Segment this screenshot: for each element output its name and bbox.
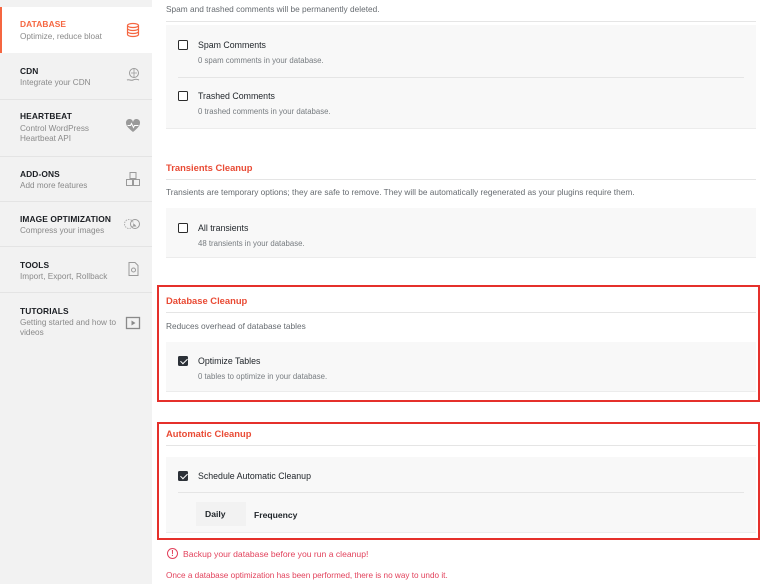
frequency-select[interactable]: Daily: [196, 502, 246, 526]
divider: [166, 21, 756, 22]
spam-note: Spam and trashed comments will be perman…: [166, 4, 380, 14]
sidebar-item-title: TOOLS: [20, 260, 50, 270]
database-cleanup-title: Database Cleanup: [166, 295, 248, 306]
automatic-cleanup-panel: Schedule Automatic Cleanup Daily Frequen…: [166, 457, 756, 533]
database-icon: [126, 22, 140, 38]
sidebar-item-title: IMAGE OPTIMIZATION: [20, 214, 111, 224]
database-cleanup-desc: Reduces overhead of database tables: [166, 321, 306, 331]
sidebar-item-title: CDN: [20, 66, 39, 76]
sidebar-item-cdn[interactable]: CDN Integrate your CDN: [0, 53, 152, 100]
optimize-tables-desc: 0 tables to optimize in your database.: [198, 372, 328, 381]
divider: [166, 179, 756, 180]
sidebar-item-title: DATABASE: [20, 19, 67, 29]
sidebar-item-desc: Import, Export, Rollback: [20, 272, 108, 281]
divider: [178, 77, 744, 78]
frequency-label: Frequency: [254, 510, 298, 520]
sidebar-item-desc: Getting started and how to videos: [20, 318, 117, 337]
backup-warning: Backup your database before you run a cl…: [183, 549, 369, 559]
sidebar-item-desc: Integrate your CDN: [20, 78, 91, 87]
trashed-comments-checkbox[interactable]: [178, 91, 188, 101]
optimize-tables-label: Optimize Tables: [198, 356, 261, 366]
sidebar-item-title: ADD-ONS: [20, 169, 60, 179]
sidebar-item-desc: Optimize, reduce bloat: [20, 32, 102, 41]
sidebar-item-heartbeat[interactable]: HEARTBEAT Control WordPress Heartbeat AP…: [0, 100, 152, 157]
divider: [166, 445, 756, 446]
undo-note: Once a database optimization has been pe…: [166, 571, 448, 580]
transients-panel: All transients 48 transients in your dat…: [166, 208, 756, 258]
image-optimization-icon: [124, 219, 140, 229]
schedule-cleanup-checkbox[interactable]: [178, 471, 188, 481]
tools-icon: [128, 262, 139, 276]
transients-cleanup-title: Transients Cleanup: [166, 162, 253, 173]
sidebar-item-desc: Add more features: [20, 181, 88, 190]
sidebar-item-title: HEARTBEAT: [20, 111, 72, 121]
transients-desc: Transients are temporary options; they a…: [166, 187, 635, 197]
sidebar-item-addons[interactable]: ADD-ONS Add more features: [0, 157, 152, 202]
divider: [166, 312, 756, 313]
addons-icon: [126, 172, 140, 186]
trashed-comments-desc: 0 trashed comments in your database.: [198, 107, 331, 116]
all-transients-desc: 48 transients in your database.: [198, 239, 305, 248]
all-transients-label: All transients: [198, 223, 249, 233]
comments-panel: Spam Comments 0 spam comments in your da…: [166, 25, 756, 129]
all-transients-checkbox[interactable]: [178, 223, 188, 233]
sidebar-item-tools[interactable]: TOOLS Import, Export, Rollback: [0, 247, 152, 293]
optimize-tables-checkbox[interactable]: [178, 356, 188, 366]
sidebar-item-tutorials[interactable]: TUTORIALS Getting started and how to vid…: [0, 293, 152, 353]
sidebar-item-image-optimization[interactable]: IMAGE OPTIMIZATION Compress your images: [0, 202, 152, 247]
automatic-cleanup-title: Automatic Cleanup: [166, 428, 252, 439]
warning-icon: !: [167, 548, 178, 559]
spam-comments-label: Spam Comments: [198, 40, 266, 50]
sidebar-item-desc: Compress your images: [20, 226, 105, 235]
main-content: Spam and trashed comments will be perman…: [152, 0, 768, 584]
tutorials-icon: [125, 316, 141, 330]
heartbeat-icon: [125, 118, 141, 132]
spam-comments-checkbox[interactable]: [178, 40, 188, 50]
sidebar-item-desc: Control WordPress Heartbeat API: [20, 124, 90, 143]
database-cleanup-panel: Optimize Tables 0 tables to optimize in …: [166, 342, 756, 392]
sidebar: DATABASE Optimize, reduce bloat CDN Inte…: [0, 0, 152, 584]
schedule-cleanup-label: Schedule Automatic Cleanup: [198, 471, 311, 481]
cdn-icon: [126, 68, 140, 81]
spam-comments-desc: 0 spam comments in your database.: [198, 56, 324, 65]
trashed-comments-label: Trashed Comments: [198, 91, 275, 101]
sidebar-item-database[interactable]: DATABASE Optimize, reduce bloat: [0, 7, 152, 53]
sidebar-item-title: TUTORIALS: [20, 306, 69, 316]
divider: [178, 492, 744, 493]
